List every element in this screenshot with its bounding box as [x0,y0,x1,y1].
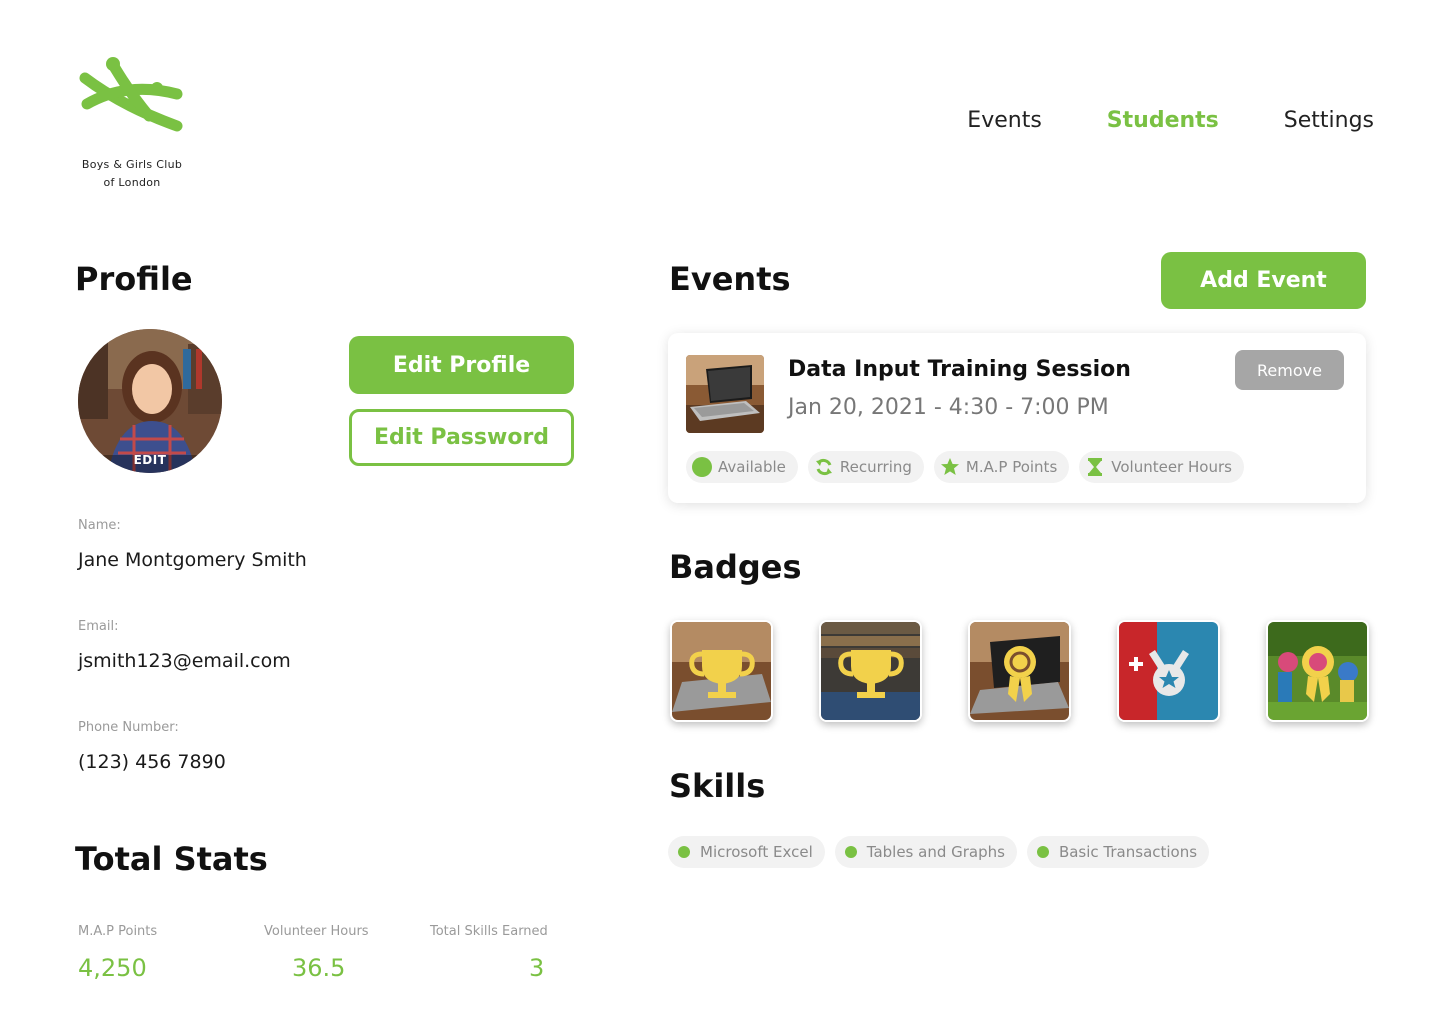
event-date: Jan 20, 2021 - 4:30 - 7:00 PM [788,395,1109,420]
skills-heading: Skills [669,767,766,805]
stats-heading: Total Stats [75,840,268,878]
tag-map-points-label: M.A.P Points [965,458,1058,476]
stat-label-volunteer-hours: Volunteer Hours [264,924,369,939]
avatar-photo [78,329,222,473]
tag-volunteer-hours-label: Volunteer Hours [1111,458,1232,476]
event-card[interactable]: Data Input Training Session Jan 20, 2021… [668,333,1366,503]
stat-label-map-points: M.A.P Points [78,924,158,939]
email-value: jsmith123@email.com [78,650,291,672]
remove-event-button[interactable]: Remove [1235,350,1344,390]
tag-recurring-label: Recurring [839,458,912,476]
skill-dot-icon [1036,846,1049,858]
phone-label: Phone Number: [78,720,179,735]
nav-students[interactable]: Students [1107,108,1219,133]
stat-value-total-skills: 3 [529,954,545,982]
star-icon [940,457,960,477]
avatar-edit-label[interactable]: EDIT [78,453,222,467]
events-heading: Events [669,260,791,298]
available-dot-icon [692,457,712,477]
phone-value: (123) 456 7890 [78,751,226,773]
skill-chip: Basic Transactions [1026,836,1210,868]
brand-name-line1: Boys & Girls Club [81,158,183,171]
event-title[interactable]: Data Input Training Session [788,357,1131,382]
badges-heading: Badges [669,548,802,586]
tag-available: Available [686,451,798,483]
hourglass-icon [1085,457,1105,477]
badge-item[interactable] [819,620,922,722]
badge-item[interactable] [1117,620,1220,722]
edit-password-button[interactable]: Edit Password [349,409,574,466]
tag-volunteer-hours: Volunteer Hours [1079,451,1244,483]
name-value: Jane Montgomery Smith [78,549,307,571]
stat-value-map-points: 4,250 [78,954,147,982]
profile-heading: Profile [75,260,193,298]
skill-chip: Tables and Graphs [834,836,1017,868]
skill-dot-icon [678,846,690,858]
nav-settings[interactable]: Settings [1284,108,1374,133]
badge-item[interactable] [670,620,773,722]
badge-item[interactable] [968,620,1071,722]
stat-label-total-skills: Total Skills Earned [430,924,548,939]
name-label: Name: [78,518,121,533]
avatar[interactable]: EDIT [78,329,222,473]
club-logo-icon [79,57,183,132]
recurring-icon [814,457,834,477]
skill-chip: Microsoft Excel [668,836,825,868]
event-tags: Available Recurring M.A.P Points Volunte… [686,451,1244,483]
club-logo[interactable]: Boys & Girls Club of London [70,56,194,192]
tag-recurring: Recurring [807,451,924,483]
add-event-button[interactable]: Add Event [1161,252,1366,309]
tag-available-label: Available [718,458,786,476]
stat-value-volunteer-hours: 36.5 [292,954,346,982]
skills-list: Microsoft Excel Tables and Graphs Basic … [668,836,1210,868]
edit-profile-button[interactable]: Edit Profile [349,336,574,394]
badges-row [670,620,1369,722]
skill-label: Basic Transactions [1058,843,1198,861]
event-thumbnail [686,355,764,433]
skill-dot-icon [844,846,857,858]
badge-item[interactable] [1266,620,1369,722]
skill-label: Tables and Graphs [866,843,1005,861]
nav-events[interactable]: Events [967,108,1042,133]
main-nav: Events Students Settings [967,108,1374,133]
tag-map-points: M.A.P Points [933,451,1070,483]
email-label: Email: [78,619,119,634]
skill-label: Microsoft Excel [700,843,813,861]
brand-name-line2: of London [103,176,161,189]
